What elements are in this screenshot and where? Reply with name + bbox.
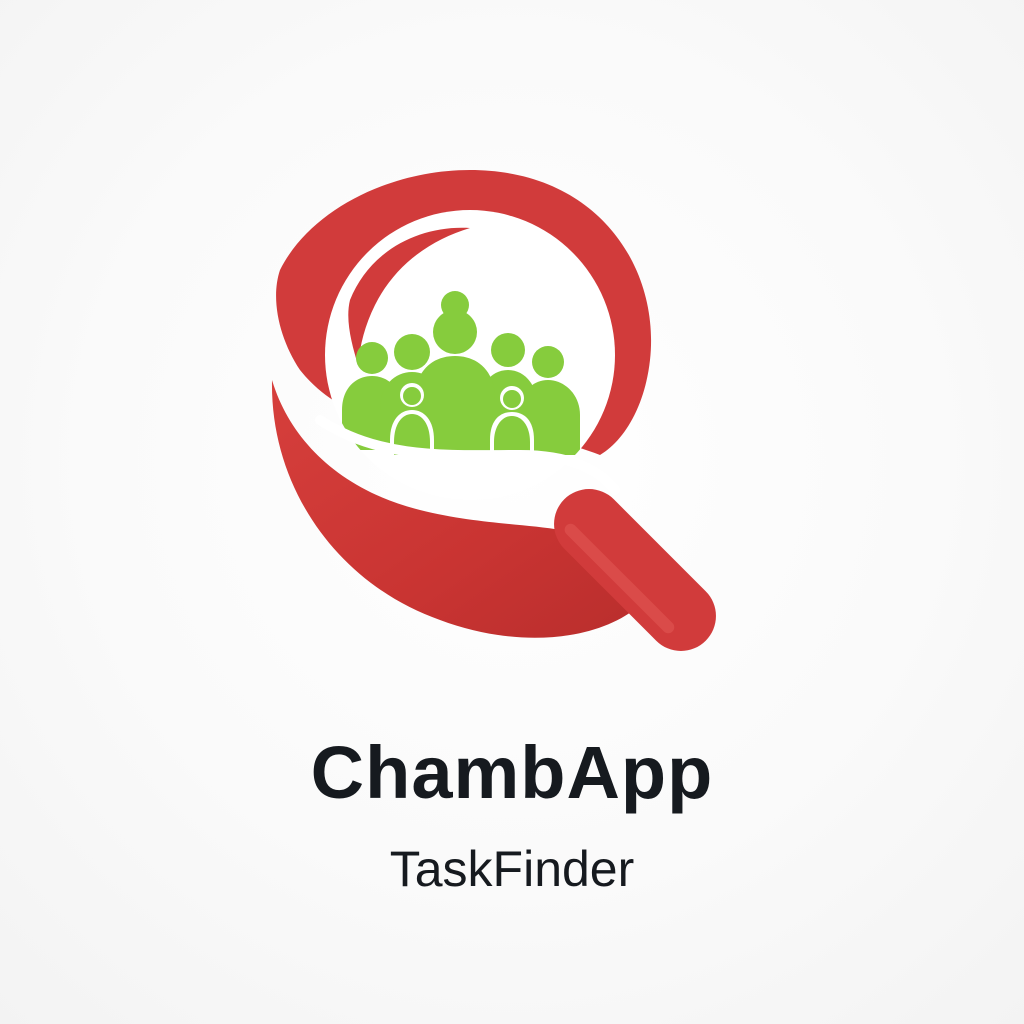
brand-tagline: TaskFinder: [389, 841, 635, 897]
brand-name: ChambApp: [310, 731, 714, 814]
